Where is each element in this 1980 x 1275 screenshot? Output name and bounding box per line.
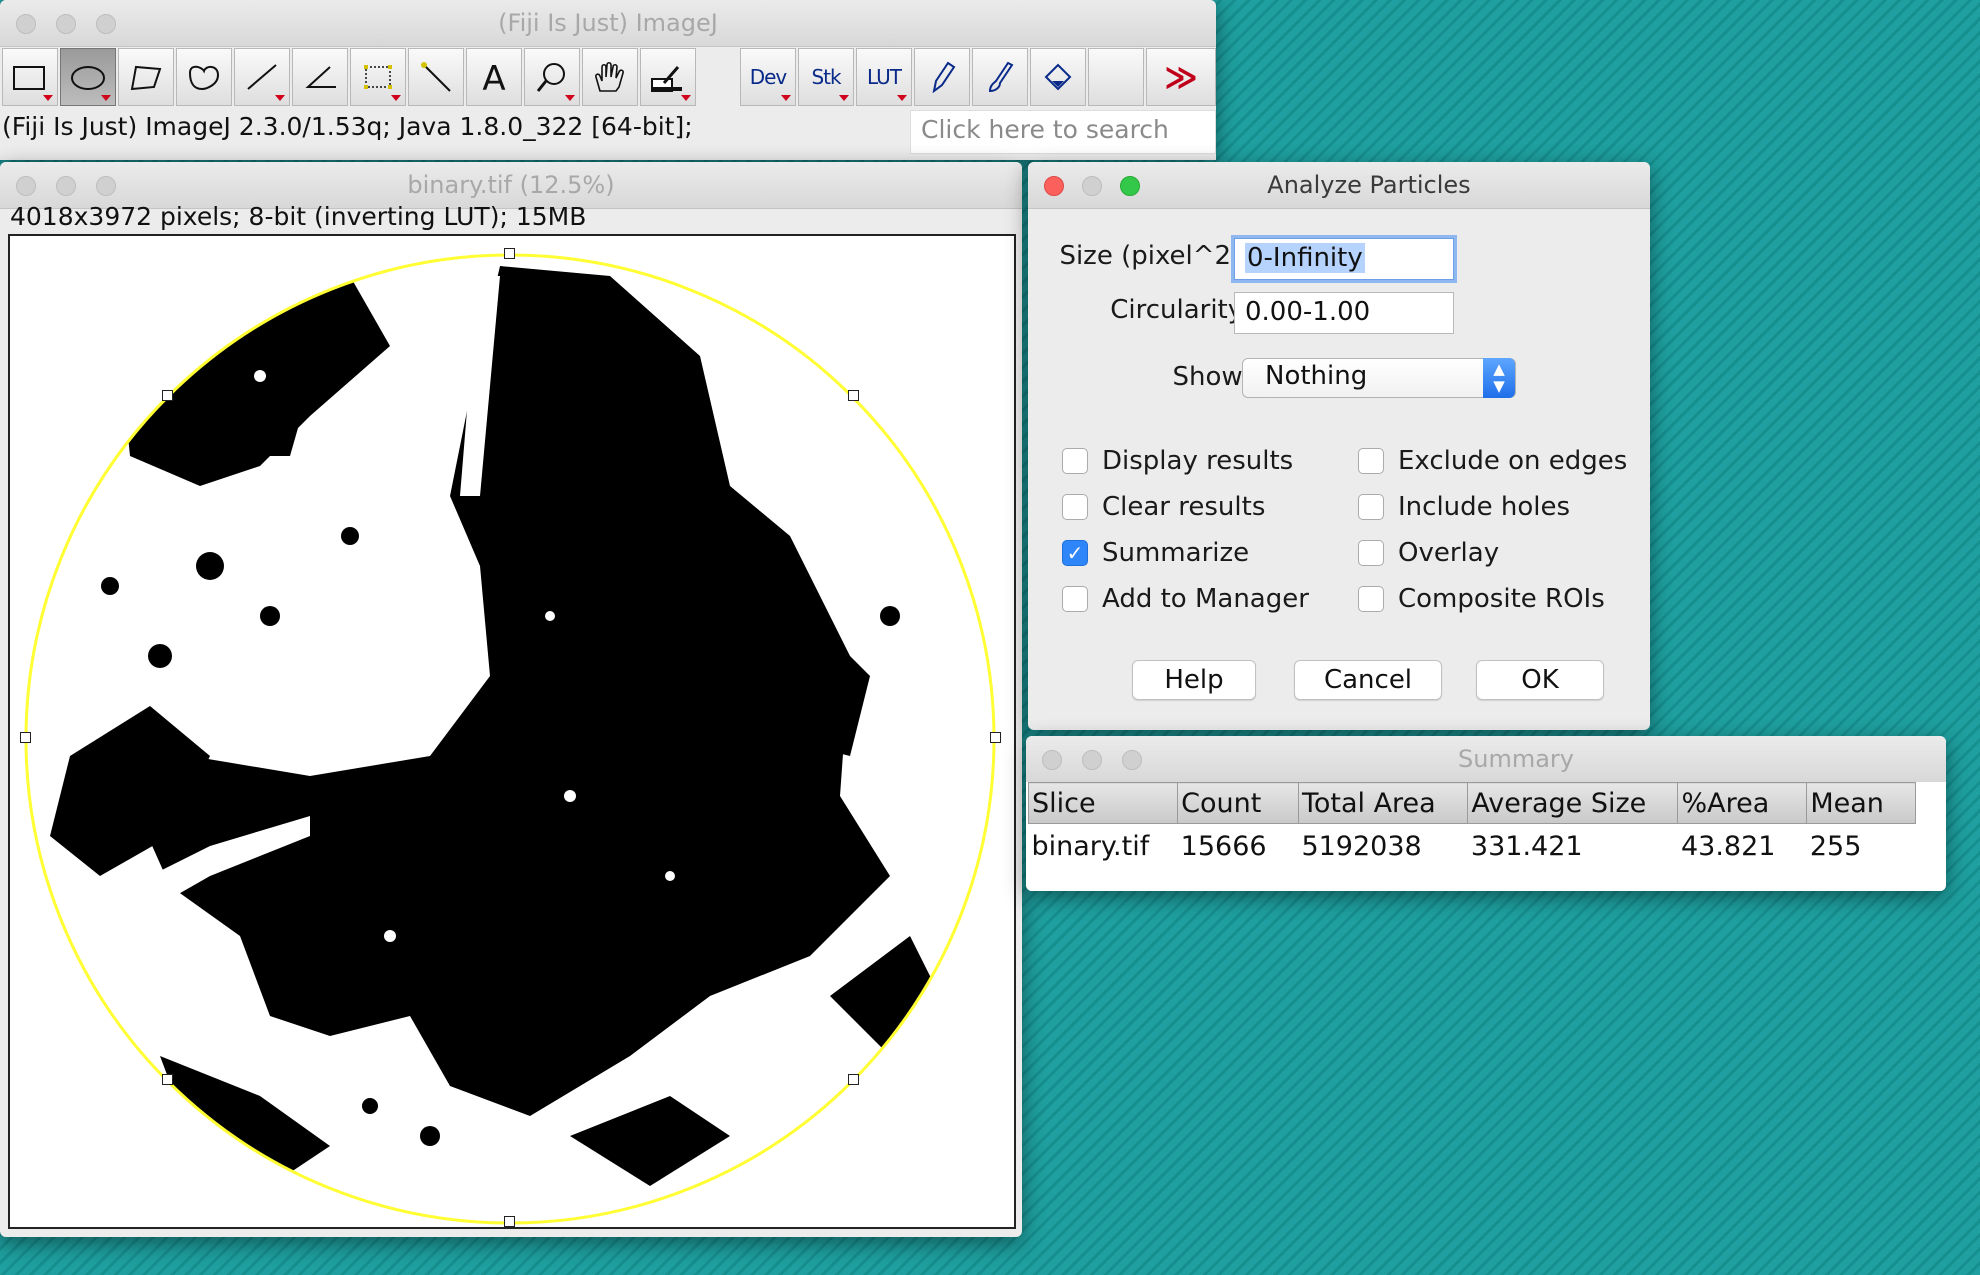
column-header[interactable]: Count (1177, 782, 1299, 824)
rectangle-tool[interactable] (2, 48, 58, 106)
window-title: Summary (1458, 745, 1574, 773)
cancel-button[interactable]: Cancel (1294, 660, 1442, 700)
table-cell: 43.821 (1677, 823, 1807, 868)
table-row[interactable]: binary.tif 15666 5192038 331.421 43.821 … (1028, 823, 1916, 868)
hand-icon (595, 61, 624, 92)
roi-handle[interactable] (162, 1074, 173, 1085)
table-header-row: Slice Count Total Area Average Size %Are… (1027, 782, 1916, 824)
rectangle-icon (13, 66, 45, 90)
size-label: Size (pixel^2): (1059, 241, 1250, 271)
overlay-checkbox[interactable]: Overlay (1358, 538, 1499, 568)
show-label: Show: (1172, 362, 1251, 392)
roi-handle[interactable] (848, 390, 859, 401)
color-picker-tool[interactable] (640, 48, 696, 106)
text-a-icon: A (482, 61, 505, 93)
dialog-title: Analyze Particles (1267, 171, 1471, 199)
freehand-tool[interactable] (176, 48, 232, 106)
lut-menu[interactable]: LUT (856, 48, 912, 106)
hand-tool[interactable] (582, 48, 638, 106)
svg-text:A: A (482, 61, 505, 93)
table-cell: 331.421 (1467, 823, 1678, 868)
brush-tool[interactable] (972, 48, 1028, 106)
freehand-icon (188, 65, 220, 91)
magnifier-tool[interactable] (524, 48, 580, 106)
dev-menu[interactable]: Dev (740, 48, 796, 106)
column-header[interactable]: Mean (1806, 782, 1916, 824)
roi-handle[interactable] (990, 732, 1001, 743)
wand-tool[interactable] (408, 48, 464, 106)
size-field[interactable]: 0-Infinity (1234, 238, 1454, 280)
wand-icon (421, 62, 451, 92)
oval-icon (71, 66, 105, 90)
binary-fisheye-image (24, 253, 996, 1225)
text-tool[interactable]: A (466, 48, 522, 106)
table-cell: 255 (1806, 823, 1916, 868)
ok-button[interactable]: OK (1476, 660, 1604, 700)
line-icon (247, 64, 277, 90)
column-header[interactable]: Total Area (1297, 782, 1469, 824)
roi-handle[interactable] (162, 390, 173, 401)
search-field[interactable]: Click here to search (910, 110, 1216, 154)
empty-tool-slot (1088, 48, 1144, 106)
imagej-titlebar: (Fiji Is Just) ImageJ (0, 0, 1216, 47)
table-cell: 5192038 (1298, 823, 1468, 868)
window-title: (Fiji Is Just) ImageJ (498, 9, 718, 37)
add-to-manager-checkbox[interactable]: Add to Manager (1062, 584, 1309, 614)
crosshair-icon (364, 65, 392, 89)
flood-fill-tool[interactable] (1030, 48, 1086, 106)
column-header[interactable]: Slice (1027, 782, 1179, 824)
angle-icon (305, 66, 336, 88)
dialog-titlebar: Analyze Particles (1028, 162, 1650, 209)
polygon-icon (130, 65, 162, 91)
stk-menu[interactable]: Stk (798, 48, 854, 106)
table-cell: 15666 (1177, 823, 1299, 868)
roi-handle[interactable] (504, 248, 515, 259)
more-tools-button[interactable]: ≫ (1146, 48, 1216, 106)
dropper-icon (651, 66, 682, 92)
multipoint-tool[interactable] (350, 48, 406, 106)
show-select[interactable]: Nothing ▲ ▼ (1242, 358, 1516, 398)
oval-tool[interactable] (60, 48, 116, 106)
summary-window: Summary Slice Count Total Area Average S… (1026, 736, 1946, 891)
brush-icon (988, 61, 1014, 93)
roi-handle[interactable] (20, 732, 31, 743)
image-canvas[interactable] (8, 234, 1016, 1229)
composite-rois-checkbox[interactable]: Composite ROIs (1358, 584, 1605, 614)
display-results-checkbox[interactable]: Display results (1062, 446, 1293, 476)
summary-table[interactable]: Slice Count Total Area Average Size %Are… (1027, 782, 1916, 868)
summary-titlebar: Summary (1026, 736, 1946, 783)
angle-tool[interactable] (292, 48, 348, 106)
table-cell: binary.tif (1028, 823, 1178, 868)
exclude-on-edges-checkbox[interactable]: Exclude on edges (1358, 446, 1627, 476)
checkmark-icon: ✓ (1062, 540, 1088, 566)
imagej-main-window: (Fiji Is Just) ImageJ A Dev Stk LUT ≫ (F… (0, 0, 1216, 160)
column-header[interactable]: Average Size (1467, 782, 1679, 824)
summarize-checkbox[interactable]: ✓ Summarize (1062, 538, 1249, 568)
analyze-particles-dialog: Analyze Particles Size (pixel^2): 0-Infi… (1028, 162, 1650, 730)
status-bar: (Fiji Is Just) ImageJ 2.3.0/1.53q; Java … (2, 112, 693, 141)
pencil-icon (932, 61, 956, 93)
circularity-field[interactable]: 0.00-1.00 (1234, 292, 1454, 334)
polygon-tool[interactable] (118, 48, 174, 106)
updown-chevron-icon: ▲ ▼ (1483, 358, 1515, 398)
roi-handle[interactable] (848, 1074, 859, 1085)
double-chevron-icon: ≫ (1164, 58, 1198, 96)
image-window: binary.tif (12.5%) 4018x3972 pixels; 8-b… (0, 162, 1022, 1237)
roi-handle[interactable] (504, 1216, 515, 1227)
magnifier-icon (536, 63, 565, 92)
circularity-label: Circularity: (1110, 295, 1250, 325)
include-holes-checkbox[interactable]: Include holes (1358, 492, 1570, 522)
clear-results-checkbox[interactable]: Clear results (1062, 492, 1265, 522)
bucket-icon (1044, 63, 1072, 91)
pencil-tool[interactable] (914, 48, 970, 106)
help-button[interactable]: Help (1132, 660, 1256, 700)
column-header[interactable]: %Area (1677, 782, 1808, 824)
image-info: 4018x3972 pixels; 8-bit (inverting LUT);… (10, 202, 587, 231)
line-tool[interactable] (234, 48, 290, 106)
